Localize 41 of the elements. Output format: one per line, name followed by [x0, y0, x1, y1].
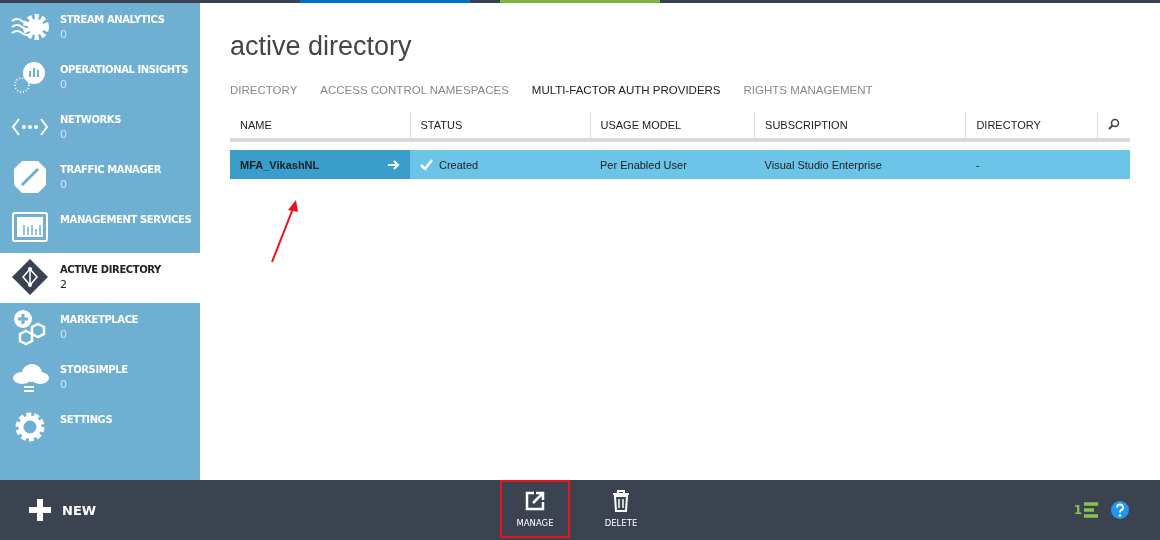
settings-icon	[15, 412, 45, 442]
table-cell: MFA_VikashNL	[240, 158, 320, 171]
sidebar-item[interactable]: TRAFFIC MANAGER 0	[0, 153, 200, 203]
sidebar-item[interactable]: OPERATIONAL INSIGHTS 0	[0, 53, 200, 103]
list-icon	[1084, 502, 1098, 518]
sidebar-item[interactable]: MANAGEMENT SERVICES	[0, 203, 200, 253]
sidebar-item[interactable]: STREAM ANALYTICS 0	[0, 3, 200, 53]
delete-button[interactable]: DELETE	[586, 480, 656, 538]
external-link-icon	[524, 490, 546, 512]
notifications-button[interactable]: 1	[1073, 502, 1098, 518]
table-cell: Per Enabled User	[600, 158, 687, 171]
sidebar-item[interactable]: NETWORKS 0	[0, 103, 200, 153]
sidebar-item[interactable]: ACTIVE DIRECTORY 2	[0, 253, 200, 303]
cloud-icon	[13, 364, 49, 392]
plus-icon	[28, 498, 52, 522]
dashboard-icon	[12, 212, 48, 242]
page-title: active directory	[230, 31, 413, 62]
tab[interactable]: RIGHTS MANAGEMENT	[743, 84, 873, 96]
arrow-annotation	[268, 198, 300, 264]
search-icon[interactable]	[1108, 118, 1120, 130]
table-cell: Created	[439, 158, 479, 171]
help-icon[interactable]	[1110, 500, 1130, 520]
sidebar-item[interactable]: STORSIMPLE 0	[0, 353, 200, 403]
sidebar-item[interactable]: MARKETPLACE 0	[0, 303, 200, 353]
table-row[interactable]: MFA_VikashNL Created Per Enabled User Visual Studio Enterprise -	[230, 150, 1130, 179]
network-icon	[11, 118, 49, 136]
hexagons-icon	[14, 310, 46, 346]
directory-diamond-icon	[12, 259, 48, 295]
checkmark-icon	[420, 159, 433, 170]
new-button[interactable]: NEW	[28, 498, 97, 522]
table-cell: Visual Studio Enterprise	[764, 158, 882, 171]
manage-button[interactable]: MANAGE	[500, 480, 570, 538]
sidebar-item[interactable]: SETTINGS	[0, 403, 200, 453]
tab[interactable]: ACCESS CONTROL NAMESPACES	[320, 84, 509, 96]
tab[interactable]: DIRECTORY	[230, 84, 298, 96]
arrow-right-icon[interactable]	[388, 159, 400, 170]
table-cell: -	[975, 158, 980, 171]
chart-bubble-icon	[14, 62, 45, 93]
trash-icon	[612, 490, 630, 512]
gear-waves-icon	[11, 14, 49, 40]
tab[interactable]: MULTI-FACTOR AUTH PROVIDERS	[531, 84, 721, 96]
